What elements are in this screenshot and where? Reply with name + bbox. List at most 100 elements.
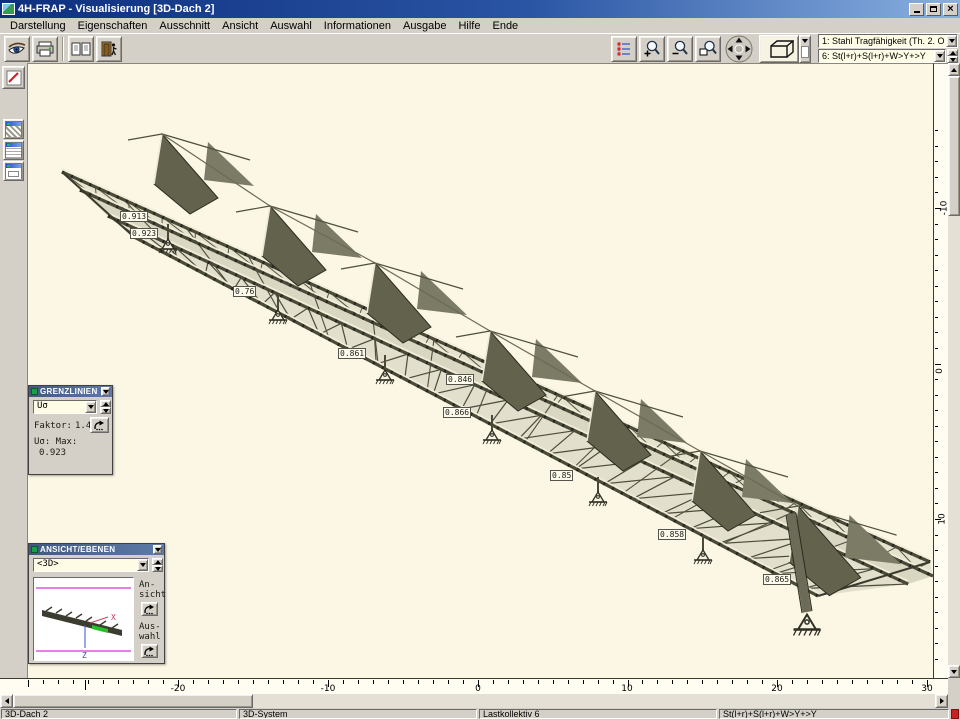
view-dropdown-button[interactable] [799, 35, 811, 63]
panel-menu-button[interactable] [153, 545, 162, 554]
display-options-button[interactable] [611, 36, 637, 62]
ansicht-spinner [152, 558, 163, 572]
toggle-panel-values-button[interactable] [3, 161, 24, 181]
menu-darstellung[interactable]: Darstellung [4, 20, 72, 32]
edit-mode-button[interactable] [2, 66, 25, 89]
panel-menu-button[interactable] [101, 387, 110, 396]
scroll-right-button[interactable] [935, 694, 948, 708]
view-label-line1: An- [139, 580, 155, 590]
utilization-label: 0.865 [763, 574, 791, 585]
view-preview[interactable]: X Z [33, 577, 134, 661]
app-window: 4H-FRAP - Visualisierung [3D-Dach 2] × D… [0, 0, 960, 720]
menubar: Darstellung Eigenschaften Ausschnitt Ans… [0, 18, 960, 33]
ansicht-title: ANSICHT/EBENEN [40, 545, 151, 554]
ansicht-combo-arrow[interactable] [137, 559, 148, 571]
axis-x-label: X [111, 613, 116, 622]
zoom-window-button[interactable] [695, 36, 721, 62]
mini-window-values-icon [5, 163, 22, 179]
zoom-out-icon [671, 40, 689, 57]
printer-icon [35, 41, 55, 57]
view-3d-button[interactable] [759, 35, 799, 63]
apply-arrow-icon [93, 420, 106, 431]
chevron-down-icon [155, 548, 161, 552]
chevron-down-icon [937, 54, 943, 58]
toggle-panel-hatch-button[interactable] [3, 119, 24, 139]
select-label-line2: wahl [139, 632, 161, 642]
minimize-button[interactable] [909, 3, 924, 16]
result-type-arrow[interactable] [946, 35, 957, 47]
chevron-up-icon [103, 402, 109, 406]
scroll-up-button[interactable] [948, 63, 960, 76]
menu-eigenschaften[interactable]: Eigenschaften [72, 20, 154, 32]
menu-informationen[interactable]: Informationen [318, 20, 397, 32]
loadcase-combo[interactable]: 6: St(l+r)+S(l+r)+W>Y+>Y [818, 49, 946, 63]
status-combination: St(l+r)+S(l+r)+W>Y+>Y [719, 709, 949, 719]
menu-hilfe[interactable]: Hilfe [452, 20, 486, 32]
vertical-scroll-thumb[interactable] [948, 76, 960, 216]
help-book-button[interactable] [68, 36, 94, 62]
close-button[interactable]: × [943, 3, 958, 16]
close-icon: × [947, 5, 953, 14]
ansicht-titlebar[interactable]: ANSICHT/EBENEN [29, 544, 164, 555]
loadcase-arrow[interactable] [934, 50, 945, 62]
dropdown-preview [801, 46, 809, 58]
scroll-down-button[interactable] [948, 665, 960, 678]
spin-up-button[interactable] [152, 558, 163, 565]
menu-ausschnitt[interactable]: Ausschnitt [153, 20, 216, 32]
app-icon [2, 3, 15, 15]
utilization-label: 0.861 [338, 348, 366, 359]
exit-button[interactable] [96, 36, 122, 62]
status-system: 3D-System [239, 709, 477, 719]
status-project: 3D-Dach 2 [1, 709, 237, 719]
mini-window-mesh-icon [5, 142, 22, 158]
zoom-out-button[interactable] [667, 36, 693, 62]
zoom-in-button[interactable] [639, 36, 665, 62]
faktor-label: Faktor: [34, 421, 72, 431]
vertical-ruler: -10 0 10 [933, 63, 948, 678]
horizontal-scrollbar[interactable] [0, 694, 948, 708]
view-button[interactable] [4, 36, 30, 62]
spin-down-button[interactable] [100, 407, 111, 414]
grenzlinien-spinner [100, 400, 111, 414]
ansicht-combo-value: <3D> [34, 559, 137, 571]
menu-ansicht[interactable]: Ansicht [216, 20, 264, 32]
vertical-scrollbar[interactable] [948, 63, 960, 678]
scroll-left-button[interactable] [0, 694, 13, 708]
toggle-panel-mesh-button[interactable] [3, 140, 24, 160]
spin-down-button[interactable] [152, 565, 163, 572]
select-apply-button[interactable] [141, 644, 158, 658]
loadcase-value: 6: St(l+r)+S(l+r)+W>Y+>Y [819, 51, 934, 61]
toolbar: 1: Stahl Tragfähigkeit (Th. 2. O 6: St(l… [0, 33, 960, 63]
menu-ausgabe[interactable]: Ausgabe [397, 20, 452, 32]
loadcase-spinner [947, 49, 958, 63]
toolbar-right-group: 1: Stahl Tragfähigkeit (Th. 2. O 6: St(l… [610, 34, 960, 63]
spin-down-button[interactable] [947, 56, 958, 63]
chevron-down-icon [88, 405, 94, 409]
horizontal-scroll-thumb[interactable] [13, 694, 253, 708]
view-label-line2: sicht [139, 590, 166, 600]
grenzlinien-combo[interactable]: Uσ [33, 400, 97, 414]
chevron-down-icon [802, 39, 808, 43]
apply-button[interactable] [90, 417, 109, 433]
main-region: 0.913 0.923 0.76 0.861 0.846 0.866 0.85 … [0, 63, 960, 678]
spin-up-button[interactable] [947, 49, 958, 56]
result-type-combo[interactable]: 1: Stahl Tragfähigkeit (Th. 2. O [818, 34, 958, 48]
grenzlinien-titlebar[interactable]: GRENZLINIEN [29, 386, 112, 397]
left-tool-strip [0, 63, 28, 678]
apply-arrow-icon [143, 604, 156, 615]
pan-navigation-pad[interactable] [725, 35, 753, 63]
titlebar: 4H-FRAP - Visualisierung [3D-Dach 2] × [0, 0, 960, 18]
print-button[interactable] [32, 36, 58, 62]
spin-up-button[interactable] [100, 400, 111, 407]
drawing-canvas[interactable]: 0.913 0.923 0.76 0.861 0.846 0.866 0.85 … [28, 63, 933, 678]
maximize-button[interactable] [926, 3, 941, 16]
chevron-right-icon [940, 698, 944, 704]
chevron-down-icon [155, 567, 161, 571]
ansicht-combo[interactable]: <3D> [33, 558, 149, 572]
grenzlinien-combo-arrow[interactable] [85, 401, 96, 413]
view-apply-button[interactable] [141, 602, 158, 616]
menu-auswahl[interactable]: Auswahl [264, 20, 318, 32]
horizontal-ruler: -20 -10 0 10 20 30 [0, 678, 948, 694]
status-loadcase: Lastkollektiv 6 [479, 709, 717, 719]
menu-ende[interactable]: Ende [486, 20, 524, 32]
